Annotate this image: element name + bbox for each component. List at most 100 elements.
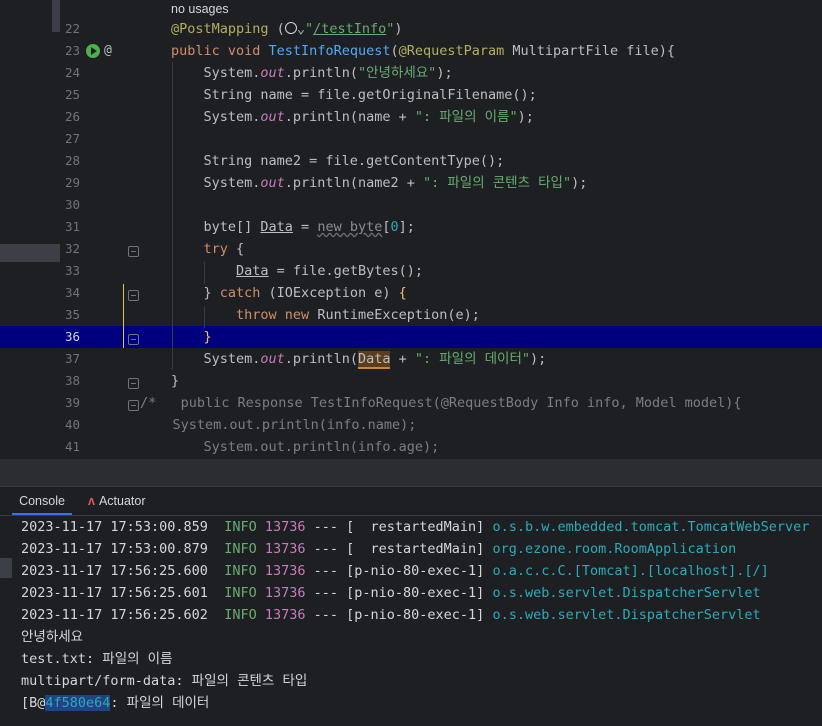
tab-label: Actuator <box>98 494 146 508</box>
code-line[interactable]: 37 System.out.println(Data + ": 파일의 데이터"… <box>0 348 822 370</box>
code-token: } <box>171 285 220 301</box>
code-line[interactable]: 38} <box>0 370 822 392</box>
console-token: --- [ restartedMain] <box>305 519 493 535</box>
console-line: 2023-11-17 17:56:25.600 INFO 13736 --- [… <box>21 560 822 582</box>
code-line[interactable]: 26 System.out.println(name + ": 파일의 이름")… <box>0 106 822 128</box>
code-text: String name2 = file.getContentType(); <box>171 150 505 172</box>
code-line[interactable]: 25 String name = file.getOriginalFilenam… <box>0 84 822 106</box>
code-token: System. <box>171 109 261 125</box>
console-line: 2023-11-17 17:56:25.602 INFO 13736 --- [… <box>21 604 822 626</box>
code-token: public Response TestInfoRequest(@Request… <box>180 395 742 411</box>
code-token: ": 파일의 콘텐츠 타입" <box>422 175 572 191</box>
code-token: " <box>304 21 314 37</box>
code-token: 0 <box>390 219 399 235</box>
code-line[interactable]: 33 Data = file.getBytes(); <box>0 260 822 282</box>
code-line[interactable]: 24 System.out.println("안녕하세요"); <box>0 62 822 84</box>
code-token: String name = file.getOriginalFilename()… <box>171 87 537 103</box>
code-editor[interactable]: no usages @ 22 @PostMapping (⌄"/testInfo"… <box>0 0 822 458</box>
console-token: 13736 <box>264 519 306 535</box>
code-line[interactable]: 32 try { <box>0 238 822 260</box>
code-token: ": 파일의 이름" <box>414 109 518 125</box>
code-token: System. <box>171 65 261 81</box>
line-number[interactable]: 30 <box>60 194 80 216</box>
line-number[interactable]: 40 <box>60 414 80 436</box>
code-line[interactable]: 23 public void TestInfoRequest(@RequestPa… <box>0 40 822 62</box>
fold-icon[interactable] <box>128 246 139 257</box>
code-text: } <box>171 370 179 392</box>
indent-guide <box>172 62 173 370</box>
console-gutter-marker <box>0 558 12 578</box>
code-line[interactable]: 31 byte[] Data = new byte[0]; <box>0 216 822 238</box>
tab-console[interactable]: Console <box>12 487 72 515</box>
console-token <box>257 607 265 623</box>
line-number[interactable]: 31 <box>60 216 80 238</box>
code-token: out <box>260 109 285 125</box>
line-number[interactable]: 36 <box>60 326 80 348</box>
line-number[interactable]: 32 <box>60 238 80 260</box>
line-number[interactable]: 26 <box>60 106 80 128</box>
code-line[interactable]: 22 @PostMapping (⌄"/testInfo") <box>0 18 822 40</box>
line-number[interactable]: 29 <box>60 172 80 194</box>
code-token: out <box>260 175 285 191</box>
code-token: } <box>203 329 212 345</box>
code-text: System.out.println("안녕하세요"); <box>171 62 453 84</box>
code-line[interactable]: 27 <box>0 128 822 150</box>
console-token: 13736 <box>264 585 306 601</box>
code-line[interactable]: 30 <box>0 194 822 216</box>
code-line[interactable]: 28 String name2 = file.getContentType(); <box>0 150 822 172</box>
code-text: System.out.println(Data + ": 파일의 데이터"); <box>171 348 546 370</box>
code-text: byte[] Data = new byte[0]; <box>171 216 415 238</box>
fold-icon[interactable] <box>128 400 139 411</box>
line-number[interactable]: 33 <box>60 260 80 282</box>
code-text: } <box>171 326 212 348</box>
code-token: .println( <box>284 65 358 81</box>
line-number[interactable]: 27 <box>60 128 80 150</box>
code-token: Data <box>260 219 293 235</box>
globe-icon[interactable] <box>284 22 297 34</box>
code-token: new byte <box>317 219 383 235</box>
usage-hint[interactable]: no usages <box>171 0 229 18</box>
panel-splitter[interactable] <box>0 458 822 487</box>
line-number[interactable]: 34 <box>60 282 80 304</box>
line-number[interactable]: 23 <box>60 40 80 62</box>
fold-icon[interactable] <box>128 378 139 389</box>
code-token: "안녕하세요" <box>357 65 437 81</box>
code-token: TestInfoRequest <box>268 43 391 59</box>
code-text: System.out.println(info.name); <box>140 414 417 436</box>
line-number[interactable]: 35 <box>60 304 80 326</box>
line-number[interactable]: 22 <box>60 18 80 40</box>
code-token: .println(name + <box>284 109 415 125</box>
console-token: o.s.web.servlet.DispatcherServlet : <box>492 585 822 601</box>
console-token: 안녕하세요 <box>21 629 84 645</box>
line-number[interactable]: 41 <box>60 436 80 458</box>
code-token: throw new <box>236 307 310 323</box>
code-line[interactable]: 39 /* public Response TestInfoRequest(@Re… <box>0 392 822 414</box>
line-number[interactable]: 37 <box>60 348 80 370</box>
fold-icon[interactable] <box>128 334 139 345</box>
fold-icon[interactable] <box>128 290 139 301</box>
code-token: System. <box>171 351 261 367</box>
line-number[interactable]: 38 <box>60 370 80 392</box>
line-number[interactable]: 25 <box>60 84 80 106</box>
code-text: /* public Response TestInfoRequest(@Requ… <box>140 392 741 414</box>
console-token: : 파일의 데이터 <box>110 695 210 711</box>
code-text: } catch (IOException e) { <box>171 282 407 304</box>
console-line: test.txt: 파일의 이름 <box>21 648 173 670</box>
console-token: org.ezone.room.RoomApplication : <box>492 541 822 557</box>
code-token: RuntimeException(e); <box>309 307 480 323</box>
code-token: Data <box>357 351 391 369</box>
line-number[interactable]: 28 <box>60 150 80 172</box>
code-token: try <box>171 241 228 257</box>
code-token: out <box>260 351 285 367</box>
code-line[interactable]: 41 System.out.println(info.age); <box>0 436 822 458</box>
line-number[interactable]: 39 <box>60 392 80 414</box>
tab-actuator[interactable]: ᴧ Actuator <box>88 487 146 515</box>
console-token: 13736 <box>264 607 306 623</box>
code-line[interactable]: 29 System.out.println(name2 + ": 파일의 콘텐츠… <box>0 172 822 194</box>
code-token: ]; <box>398 219 415 235</box>
code-line[interactable]: 40 System.out.println(info.name); <box>0 414 822 436</box>
code-text: @PostMapping (⌄"/testInfo") <box>171 18 403 40</box>
line-number[interactable]: 24 <box>60 62 80 84</box>
console-output[interactable]: 2023-11-17 17:53:00.859 INFO 13736 --- [… <box>0 516 822 726</box>
